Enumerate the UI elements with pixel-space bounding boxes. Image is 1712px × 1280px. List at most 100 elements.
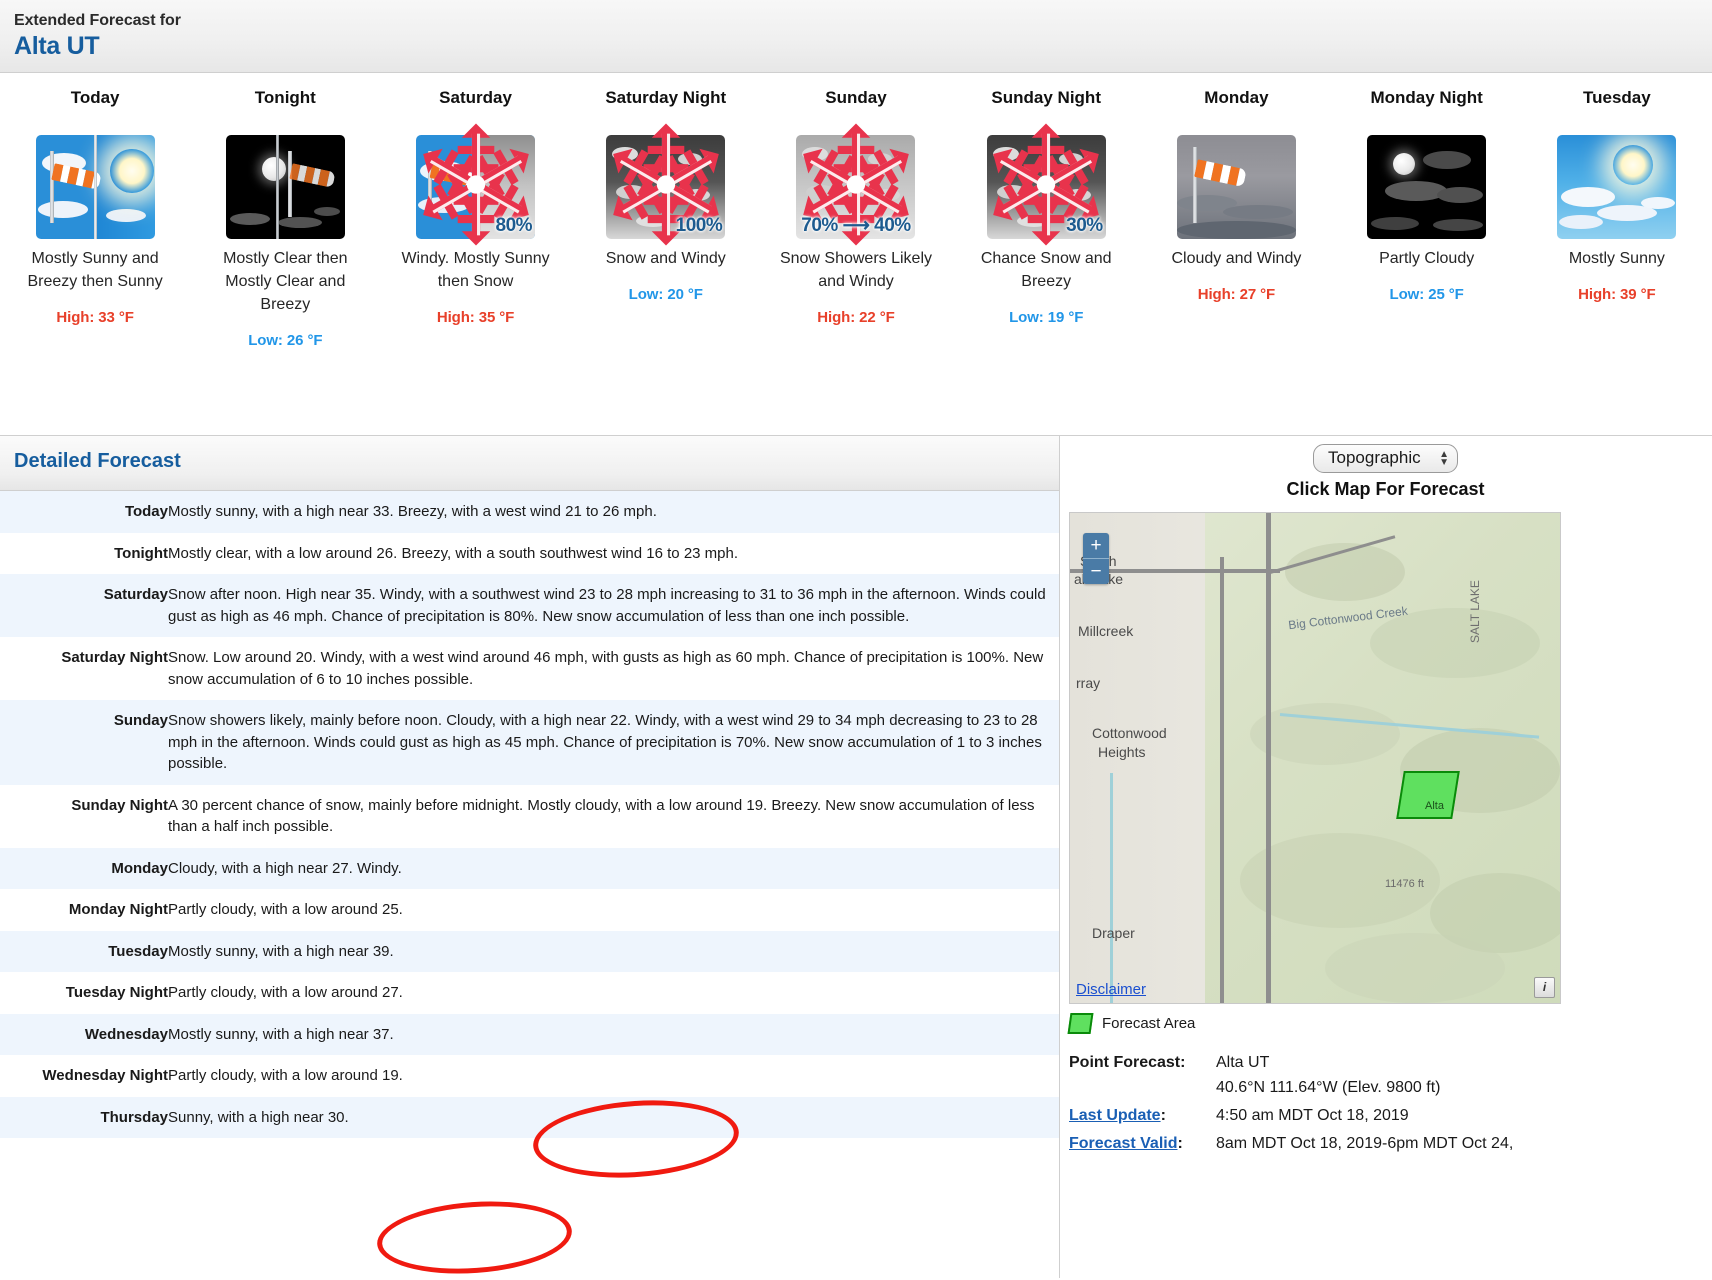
windsock-sunny-icon[interactable]	[35, 135, 155, 239]
point-forecast-value: Alta UT 40.6°N 111.64°W (Elev. 9800 ft)	[1216, 1050, 1440, 1100]
zoom-in-button[interactable]: +	[1083, 533, 1109, 559]
detailed-forecast-period: Monday	[111, 859, 168, 877]
detailed-forecast-text: Partly cloudy, with a low around 25.	[168, 901, 403, 918]
detailed-forecast-text: Mostly sunny, with a high near 37.	[168, 1025, 394, 1043]
moon-partly-cloudy-icon[interactable]	[1367, 135, 1487, 239]
forecast-map[interactable]: South alt Lake Millcreek rray Cottonwood…	[1069, 512, 1561, 1004]
detailed-forecast-text: Mostly sunny, with a high near 33. Breez…	[168, 503, 657, 520]
forecast-card-description: Mostly Clear then Mostly Clear and Breez…	[223, 250, 348, 313]
forecast-card[interactable]: Sunday Night 30% Chance Snow and Breezy …	[951, 87, 1141, 326]
forecast-card[interactable]: Tuesday Mostly Sunny High: 39 °F	[1522, 87, 1712, 303]
sunny-icon[interactable]	[1557, 135, 1677, 239]
forecast-card[interactable]: Saturday Night 100% Snow and Windy Low: …	[571, 87, 761, 303]
forecast-card-temperature: High: 27 °F	[1197, 286, 1276, 303]
detailed-forecast-row: Wednesday Mostly sunny, with a high near…	[0, 1013, 1059, 1055]
forecast-card-description: Windy. Mostly Sunny then Snow	[401, 250, 550, 290]
last-update-key[interactable]: Last Update:	[1069, 1103, 1216, 1128]
map-zoom-controls[interactable]: + −	[1083, 533, 1109, 584]
detailed-forecast-period: Wednesday	[84, 1025, 168, 1043]
detailed-forecast-period: Sunday Night	[71, 796, 168, 814]
detailed-forecast-text: Snow showers likely, mainly before noon.…	[168, 712, 1042, 772]
cloud-shape-icon	[1641, 197, 1676, 209]
forecast-card[interactable]: Today Mostly Sunny and Breezy then Sunny…	[0, 87, 190, 326]
forecast-card-day: Tuesday	[1583, 88, 1651, 107]
snow-wind-icon[interactable]: 70% ⟶ 40%	[796, 123, 916, 246]
forecast-card[interactable]: Tonight Mostly Clear then Mostly Clear a…	[190, 87, 380, 349]
point-forecast-name: Alta UT	[1216, 1054, 1270, 1071]
last-update-row: Last Update: 4:50 am MDT Oct 18, 2019	[1069, 1103, 1711, 1128]
detailed-forecast-text: Mostly sunny, with a high near 39.	[168, 942, 394, 960]
snow-wind-icon[interactable]: 80%	[416, 123, 536, 246]
map-controls: Topographic ▲ ▼ Click Map For Forecast	[1060, 436, 1711, 500]
sun-icon	[1613, 145, 1654, 185]
flag-pole-icon	[49, 151, 54, 223]
detailed-forecast-row: Tuesday Night Partly cloudy, with a low …	[0, 972, 1059, 1014]
detailed-forecast-text: A 30 percent chance of snow, mainly befo…	[168, 796, 1035, 836]
map-county-label: SALT LAKE	[1468, 580, 1482, 643]
extended-forecast-strip: Today Mostly Sunny and Breezy then Sunny…	[0, 73, 1712, 436]
forecast-card-day: Monday Night	[1370, 88, 1483, 107]
detailed-forecast-title: Detailed Forecast	[14, 450, 181, 472]
maptype-select-wrapper[interactable]: Topographic ▲ ▼	[1313, 444, 1458, 473]
colon-separator: :	[1177, 1135, 1183, 1152]
forecast-card[interactable]: Sunday 70% ⟶ 40% Snow Showers Likely and…	[761, 87, 951, 326]
annotation-ellipse-sunday	[374, 1195, 575, 1280]
detailed-forecast-row: Sunday Night A 30 percent chance of snow…	[0, 784, 1059, 848]
forecast-valid-key[interactable]: Forecast Valid:	[1069, 1131, 1216, 1156]
cloud-shape-icon	[1423, 151, 1472, 169]
forecast-card-description: Partly Cloudy	[1379, 250, 1475, 267]
detailed-forecast-row: Saturday Snow after noon. High near 35. …	[0, 574, 1059, 637]
snow-wind-icon[interactable]: 30%	[986, 123, 1106, 246]
forecast-card-temperature: Low: 25 °F	[1389, 286, 1464, 303]
point-forecast-row: Point Forecast: Alta UT 40.6°N 111.64°W …	[1069, 1050, 1711, 1100]
map-info-button[interactable]: i	[1534, 977, 1555, 998]
forecast-card-day: Today	[70, 88, 120, 107]
sky-background	[1367, 135, 1487, 239]
precip-probability: 70% ⟶ 40%	[801, 215, 911, 236]
flag-pole-icon	[1192, 147, 1197, 223]
page-title-prefix: Extended Forecast for	[14, 12, 181, 29]
detailed-forecast-period: Thursday	[100, 1108, 168, 1126]
forecast-card[interactable]: Monday Cloudy and Windy High: 27 °F	[1141, 87, 1331, 303]
map-disclaimer-link[interactable]: Disclaimer	[1076, 981, 1146, 998]
zoom-out-button[interactable]: −	[1083, 559, 1109, 584]
forecast-card-temperature: High: 35 °F	[436, 309, 515, 326]
maptype-select[interactable]: Topographic	[1313, 444, 1458, 473]
forecast-card-temperature: High: 39 °F	[1578, 286, 1656, 303]
forecast-card[interactable]: Saturday 80% Windy. Mostly Sunny then Sn…	[380, 87, 570, 326]
click-map-prompt: Click Map For Forecast	[1286, 479, 1485, 499]
map-alta-label: Alta	[1425, 800, 1444, 812]
forecast-metadata: Point Forecast: Alta UT 40.6°N 111.64°W …	[1069, 1050, 1711, 1156]
detailed-forecast-pane: Detailed Forecast Today Mostly sunny, wi…	[0, 436, 1060, 1280]
map-pane: Topographic ▲ ▼ Click Map For Forecast a…	[1060, 436, 1711, 1278]
detailed-forecast-text: Partly cloudy, with a low around 27.	[168, 984, 403, 1001]
windsock-cloudy-icon[interactable]	[1176, 135, 1296, 239]
precip-probability: 100%	[675, 215, 723, 236]
cloud-shape-icon	[1222, 205, 1293, 219]
cloud-shape-icon	[1561, 187, 1616, 207]
detailed-forecast-table: Today Mostly sunny, with a high near 33.…	[0, 491, 1059, 1138]
forecast-card[interactable]: Monday Night Partly Cloudy Low: 25 °F	[1332, 87, 1522, 303]
map-road	[1220, 557, 1224, 1003]
detailed-forecast-row: Sunday Snow showers likely, mainly befor…	[0, 700, 1059, 785]
colon-separator: :	[1160, 1107, 1166, 1124]
snow-wind-icon[interactable]: 100%	[606, 123, 726, 246]
detailed-forecast-period: Tuesday	[108, 942, 168, 960]
detailed-forecast-period: Today	[124, 503, 168, 520]
map-legend-label: Forecast Area	[1102, 1015, 1196, 1032]
cloud-shape-icon	[277, 217, 322, 228]
detailed-forecast-period: Saturday	[103, 586, 168, 603]
forecast-valid-row: Forecast Valid: 8am MDT Oct 18, 2019-6pm…	[1069, 1131, 1711, 1156]
page-header: Extended Forecast for Alta UT	[0, 0, 1712, 73]
detailed-forecast-row: Monday Night Partly cloudy, with a low a…	[0, 889, 1059, 931]
cloud-shape-icon	[37, 201, 88, 218]
detailed-forecast-text: Sunny, with a high near 30.	[168, 1108, 349, 1126]
windsock-icon	[289, 163, 336, 188]
moon-windsock-clear-icon[interactable]	[225, 135, 345, 239]
sun-icon	[109, 149, 154, 193]
cloud-shape-icon	[1437, 187, 1484, 203]
forecast-valid-key-text: Forecast Valid	[1069, 1135, 1178, 1152]
forecast-card-day: Tonight	[254, 88, 316, 107]
forecast-card-description: Mostly Sunny	[1568, 250, 1665, 267]
cloud-shape-icon	[313, 207, 340, 216]
